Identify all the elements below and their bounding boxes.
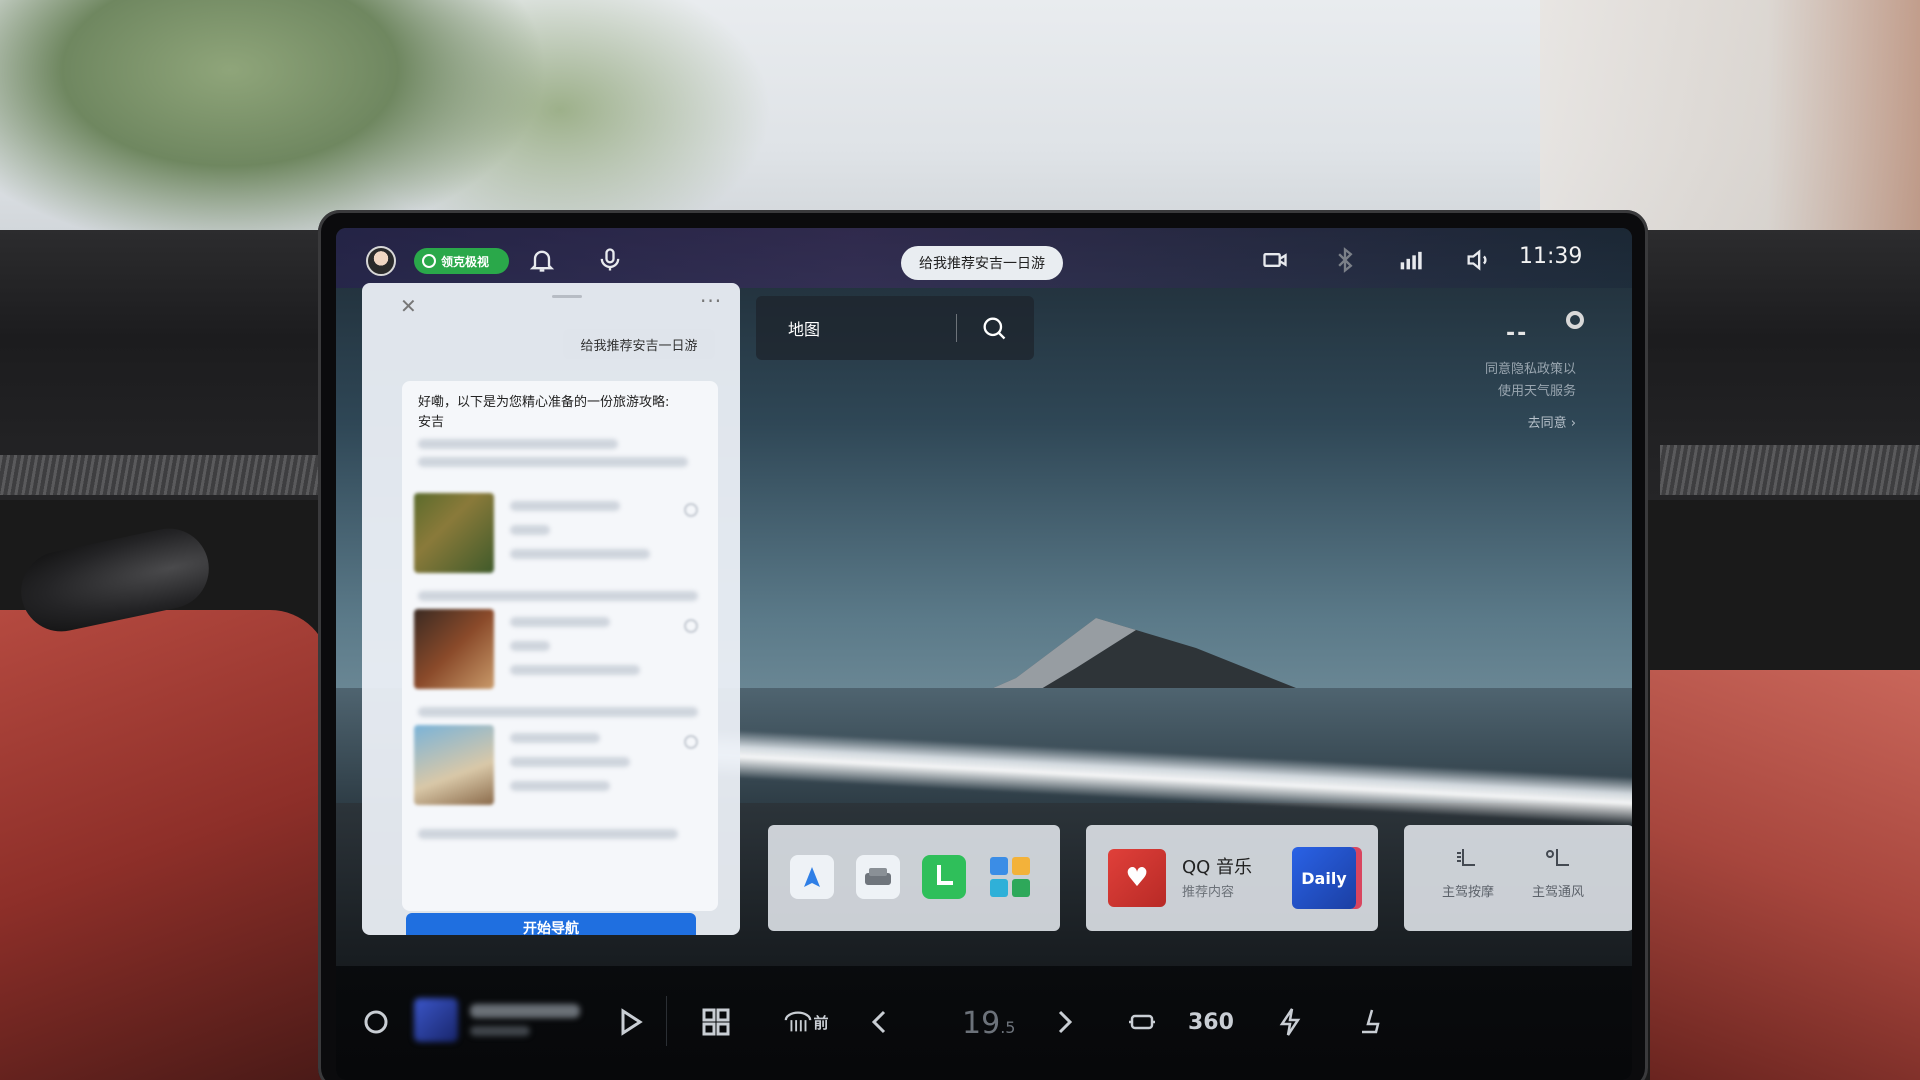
seat-app-icon[interactable] xyxy=(922,855,966,899)
poi-item[interactable] xyxy=(412,723,708,815)
seat-control-card: 主驾按摩 主驾通风 xyxy=(1404,825,1632,931)
blurred-text-line xyxy=(418,439,618,449)
dashboard-trim-left xyxy=(0,455,330,495)
bell-icon[interactable] xyxy=(528,246,556,274)
poi-thumbnail xyxy=(414,609,494,689)
home-button[interactable] xyxy=(356,1002,396,1042)
driver-massage-button[interactable]: 主驾按摩 xyxy=(1428,845,1508,900)
app-grid-icon[interactable] xyxy=(988,855,1032,899)
front-defrost-label: 前 xyxy=(813,1013,829,1032)
poi-text xyxy=(510,733,670,805)
clock: 11:39 xyxy=(1519,244,1583,269)
blurred-text-line xyxy=(418,829,678,839)
divider xyxy=(956,314,957,342)
brand-label: 领克极视 xyxy=(441,254,490,269)
camera-360-button[interactable]: 360 xyxy=(1188,1010,1234,1035)
front-defrost-button[interactable]: 前 xyxy=(776,1002,836,1042)
music-app-title: QQ 音乐 xyxy=(1182,857,1253,878)
more-icon[interactable]: ··· xyxy=(700,289,722,313)
weather-temperature-placeholder: -- xyxy=(1506,321,1529,346)
close-icon[interactable]: ✕ xyxy=(400,296,420,316)
user-message-bubble: 给我推荐安吉一日游 xyxy=(563,329,715,359)
status-bar: 领克极视 给我推荐安吉一日游 11:39 xyxy=(336,228,1632,288)
blurred-text-line xyxy=(418,457,688,467)
bluetooth-icon[interactable] xyxy=(1331,246,1359,274)
privacy-line-1: 同意隐私政策以 xyxy=(1484,362,1576,377)
music-cover-art[interactable]: ♥ xyxy=(1108,849,1166,907)
search-icon[interactable] xyxy=(980,314,1008,342)
daily-recommend-tile[interactable]: Daily xyxy=(1292,847,1356,909)
camera-icon[interactable] xyxy=(1261,246,1289,274)
navigation-app-icon[interactable] xyxy=(790,855,834,899)
driver-ventilation-label: 主驾通风 xyxy=(1531,885,1584,900)
drag-handle[interactable] xyxy=(552,295,582,298)
poi-thumbnail xyxy=(414,493,494,573)
divider xyxy=(666,996,667,1046)
quick-apps-card xyxy=(768,825,1060,931)
user-avatar[interactable] xyxy=(366,246,396,276)
poi-text xyxy=(510,617,670,689)
temperature-value: 19 xyxy=(962,1006,1001,1041)
mic-icon[interactable] xyxy=(596,246,624,274)
volume-icon[interactable] xyxy=(1464,246,1492,274)
privacy-line-2: 使用天气服务 xyxy=(1497,384,1576,399)
music-card[interactable]: ♥ QQ 音乐 推荐内容 Daily xyxy=(1086,825,1378,931)
assistant-answer-card: 好嘞，以下是为您精心准备的一份旅游攻略: 安吉 xyxy=(402,381,718,911)
charging-icon[interactable] xyxy=(1270,1002,1310,1042)
temperature-display: 19.5 xyxy=(962,1006,1015,1041)
blurred-text-line xyxy=(418,591,698,601)
temperature-up-icon[interactable] xyxy=(1044,1002,1084,1042)
seat-massage-icon xyxy=(1453,845,1483,875)
weather-privacy-notice: 同意隐私政策以 使用天气服务 xyxy=(1396,359,1576,403)
poi-add-icon[interactable] xyxy=(684,503,698,517)
5g-signal-icon xyxy=(1396,246,1424,274)
bottom-control-bar: 前 19.5 360 xyxy=(336,966,1632,1080)
poi-item[interactable] xyxy=(412,607,708,699)
seat-ventilation-icon xyxy=(1543,845,1573,875)
map-label[interactable]: 地图 xyxy=(788,316,820,340)
answer-place: 安吉 xyxy=(418,415,445,430)
answer-intro: 好嘞，以下是为您精心准备的一份旅游攻略: 安吉 xyxy=(418,393,708,433)
music-subtitle: 推荐内容 xyxy=(1182,885,1235,900)
poi-add-icon[interactable] xyxy=(684,735,698,749)
map-search-bar[interactable]: 地图 xyxy=(756,296,1034,360)
answer-intro-text: 好嘞，以下是为您精心准备的一份旅游攻略: xyxy=(418,395,670,410)
seat-icon[interactable] xyxy=(1350,1002,1390,1042)
outside-building xyxy=(1540,0,1920,240)
poi-thumbnail xyxy=(414,725,494,805)
brand-logo-icon xyxy=(422,254,436,268)
infotainment-screen: 领克极视 给我推荐安吉一日游 11:39 ✕ ··· 给我推荐安吉一日游 好嘞，… xyxy=(336,228,1632,1080)
voice-suggestion-chip[interactable]: 给我推荐安吉一日游 xyxy=(901,246,1063,280)
car-overview-icon[interactable] xyxy=(1122,1002,1162,1042)
poi-text xyxy=(510,501,670,573)
app-grid-icon[interactable] xyxy=(696,1002,736,1042)
more-icon[interactable]: ·· xyxy=(1630,856,1632,880)
driver-massage-label: 主驾按摩 xyxy=(1441,885,1494,900)
degree-icon xyxy=(1566,311,1584,329)
driver-ventilation-button[interactable]: 主驾通风 xyxy=(1518,845,1598,900)
door-leather-left xyxy=(0,610,330,1080)
temperature-down-icon[interactable] xyxy=(860,1002,900,1042)
brand-vision-pill[interactable]: 领克极视 xyxy=(414,248,509,274)
dashboard-trim-right xyxy=(1660,445,1920,495)
now-playing-mini[interactable] xyxy=(414,994,594,1050)
poi-item[interactable] xyxy=(412,491,708,583)
temperature-fraction: .5 xyxy=(1000,1018,1016,1037)
start-navigation-button[interactable]: 开始导航 xyxy=(406,913,696,935)
door-leather-right xyxy=(1650,670,1920,1080)
poi-add-icon[interactable] xyxy=(684,619,698,633)
assistant-chat-panel: ✕ ··· 给我推荐安吉一日游 好嘞，以下是为您精心准备的一份旅游攻略: 安吉 xyxy=(362,283,740,935)
weather-agree-link[interactable]: 去同意 › xyxy=(1486,412,1576,431)
blurred-text-line xyxy=(418,707,698,717)
play-icon[interactable] xyxy=(610,1002,650,1042)
vehicle-app-icon[interactable] xyxy=(856,855,900,899)
